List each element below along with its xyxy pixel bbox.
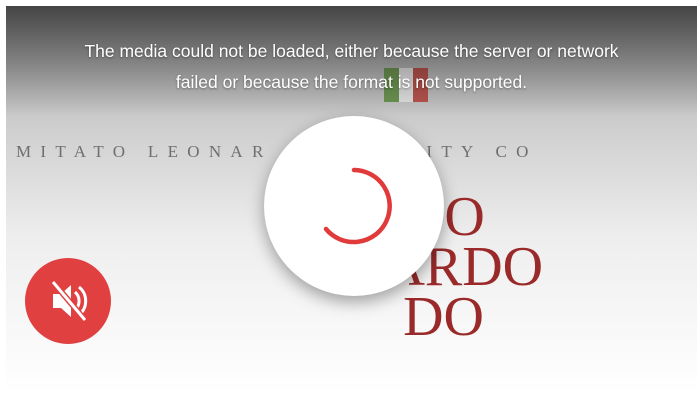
loading-indicator bbox=[264, 116, 444, 296]
speaker-muted-icon bbox=[50, 280, 88, 322]
poster-logo-row-3: DO bbox=[403, 286, 484, 348]
error-message-line-2: failed or because the format is not supp… bbox=[175, 72, 528, 92]
media-error-message: The media could not be loaded, either be… bbox=[6, 36, 697, 98]
video-player[interactable]: MITATO LEONAR AN QUALITY CO O NARDO DO T… bbox=[6, 6, 697, 393]
error-message-line-1: The media could not be loaded, either be… bbox=[84, 41, 619, 61]
unmute-button[interactable] bbox=[25, 258, 111, 344]
spinner-icon bbox=[323, 167, 392, 245]
